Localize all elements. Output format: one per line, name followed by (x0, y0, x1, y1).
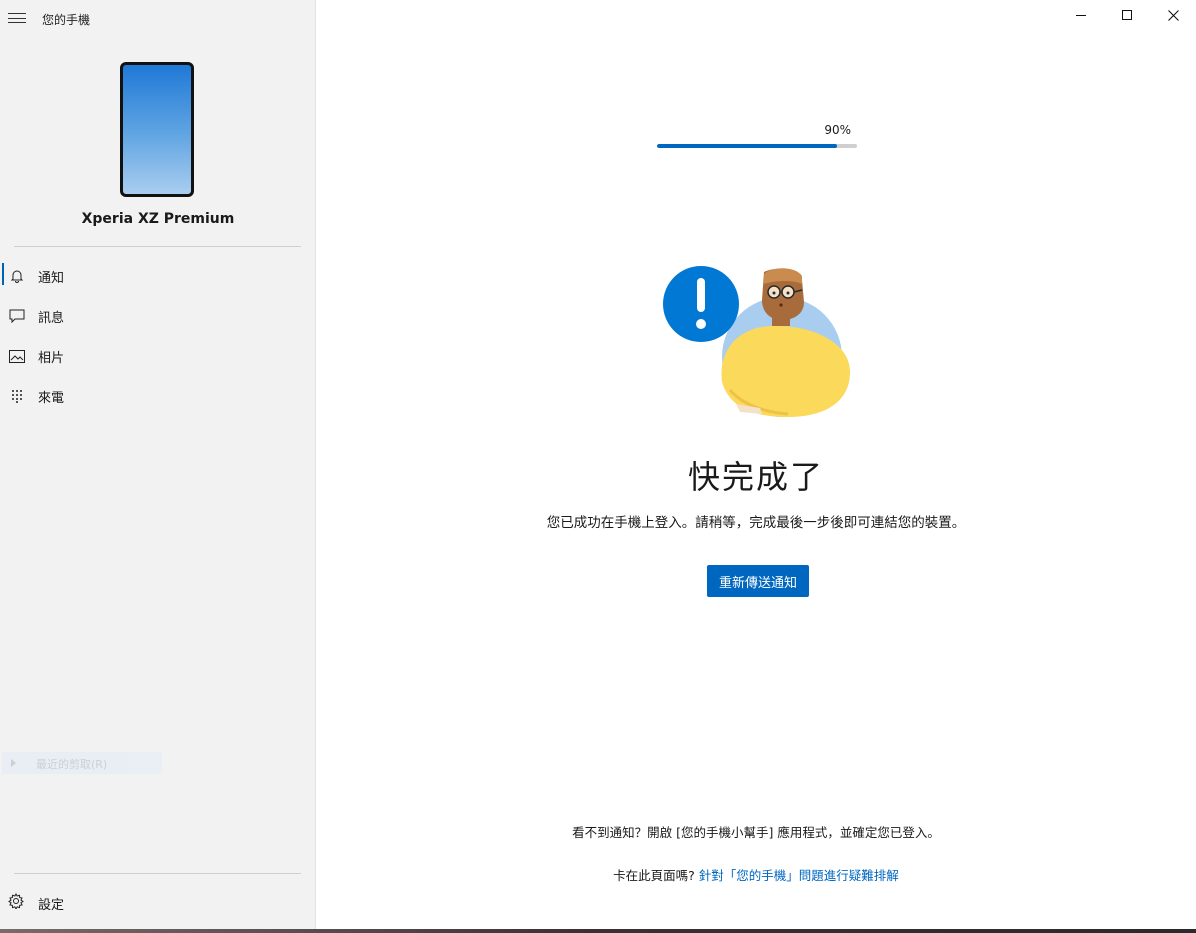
app-title: 您的手機 (42, 13, 91, 27)
footer-hint: 看不到通知？開啟 [您的手機小幫手] 應用程式，並確定您已登入。 (572, 825, 940, 840)
close-icon (1167, 9, 1179, 21)
sidebar-item-label: 訊息 (38, 310, 65, 326)
minimize-icon (1076, 14, 1086, 16)
sidebar-item-messages[interactable]: 訊息 (0, 298, 316, 334)
maximize-icon (1122, 10, 1132, 20)
sidebar-item-photos[interactable]: 相片 (0, 338, 316, 374)
troubleshoot-link[interactable]: 針對「您的手機」問題進行疑難排解 (699, 868, 899, 883)
gear-icon (8, 893, 24, 913)
sidebar-item-notifications[interactable]: 通知 (0, 258, 316, 294)
footer-troubleshoot: 卡在此頁面嗎? 針對「您的手機」問題進行疑難排解 (316, 865, 1196, 884)
device-name: Xperia XZ Premium (81, 211, 235, 227)
close-button[interactable] (1150, 0, 1196, 30)
play-icon (11, 759, 16, 767)
sidebar-item-label: 相片 (38, 350, 65, 366)
sidebar-divider-top (14, 246, 301, 247)
taskbar-edge (0, 929, 1196, 933)
ghost-menu-label: 最近的剪取(R) (36, 758, 108, 771)
phone-image (120, 62, 194, 197)
minimize-button[interactable] (1058, 0, 1104, 30)
page-subtext: 您已成功在手機上登入。請稍等，完成最後一步後即可連結您的裝置。 (546, 515, 966, 531)
sidebar-item-label: 來電 (38, 390, 65, 406)
hamburger-menu-icon[interactable] (8, 10, 26, 26)
person-illustration (660, 262, 860, 422)
progress-bar (657, 144, 857, 148)
ghost-menu-item: 最近的剪取(R) (2, 752, 162, 774)
progress-fill (657, 144, 837, 148)
progress-percent: 90% (824, 123, 851, 137)
settings-button[interactable]: 設定 (0, 884, 316, 920)
sidebar-item-calls[interactable]: 來電 (0, 378, 316, 414)
chat-icon (9, 308, 25, 324)
page-heading: 快完成了 (687, 458, 824, 496)
maximize-button[interactable] (1104, 0, 1150, 30)
sidebar: 您的手機 Xperia XZ Premium 通知 訊息 相片 來電 最近的剪取… (0, 0, 316, 933)
sidebar-divider-bottom (14, 873, 301, 874)
sidebar-item-label: 通知 (38, 270, 65, 286)
bell-icon (9, 268, 25, 284)
dialpad-icon (9, 388, 25, 404)
settings-label: 設定 (38, 898, 65, 913)
resend-notification-button[interactable]: 重新傳送通知 (707, 565, 809, 597)
photo-icon (9, 348, 25, 364)
footer-stuck-text: 卡在此頁面嗎? (613, 868, 695, 883)
